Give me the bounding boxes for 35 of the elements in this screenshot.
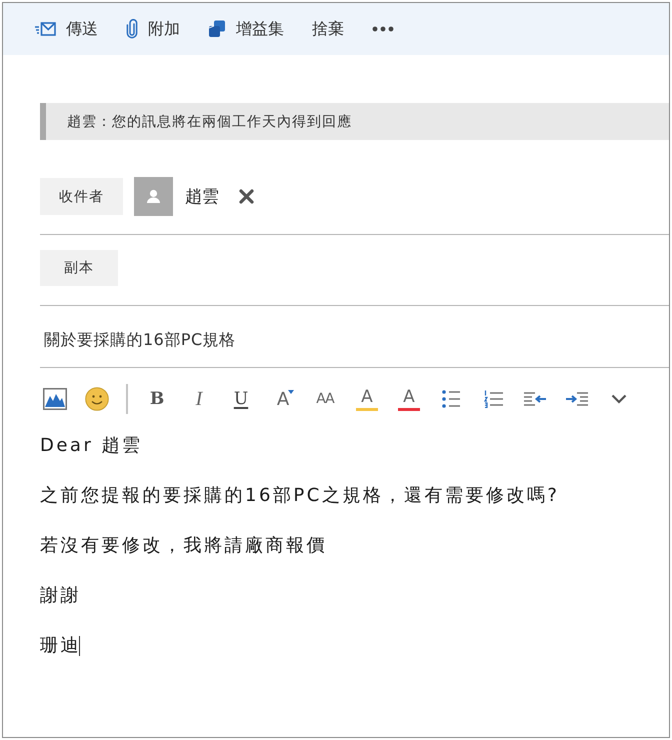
body-text: 若沒有要修改，我將請廠商報價 — [40, 536, 327, 556]
recipient-name[interactable]: 趙雲 — [185, 185, 219, 208]
add-ins-button[interactable]: 增益集 — [200, 12, 292, 46]
avatar-icon — [134, 177, 173, 216]
attach-button[interactable]: 附加 — [118, 12, 188, 46]
send-button[interactable]: 傳送 — [27, 12, 106, 46]
smiley-icon — [85, 387, 109, 411]
bullet-list-icon — [442, 390, 460, 408]
italic-button[interactable]: I — [182, 382, 216, 416]
body-text: 謝謝 — [40, 586, 81, 606]
notice-text: 趙雲：您的訊息將在兩個工作天內得到回應 — [67, 112, 352, 130]
shrink-font-button[interactable]: AA — [308, 382, 342, 416]
body-text: 之前您提報的要採購的16部PC之規格，還有需要修改嗎? — [40, 486, 560, 506]
chevron-down-icon — [611, 394, 627, 404]
subject-field[interactable]: 關於要採購的16部PC規格 — [40, 306, 669, 367]
body-text: 珊迪 — [40, 636, 81, 656]
discard-button[interactable]: 捨棄 — [304, 12, 352, 46]
highlight-button[interactable]: A — [350, 382, 384, 416]
bold-button[interactable]: B — [140, 382, 174, 416]
body-text: Dear 趙雲 — [40, 436, 143, 456]
blocks-icon — [208, 20, 226, 38]
more-icon — [372, 26, 394, 32]
triangle-icon — [288, 390, 294, 394]
paperclip-icon — [126, 19, 138, 39]
outdent-icon — [524, 392, 546, 406]
underline-button[interactable]: U — [224, 382, 258, 416]
font-color-button[interactable]: A — [392, 382, 426, 416]
envelope-icon — [35, 22, 56, 36]
numbered-list-icon — [484, 390, 502, 408]
to-button[interactable]: 收件者 — [40, 178, 123, 215]
grow-font-button[interactable]: A — [266, 382, 300, 416]
picture-icon — [43, 388, 67, 410]
indent-icon — [566, 392, 588, 406]
close-icon — [238, 189, 254, 204]
cc-button[interactable]: 副本 — [40, 250, 118, 286]
